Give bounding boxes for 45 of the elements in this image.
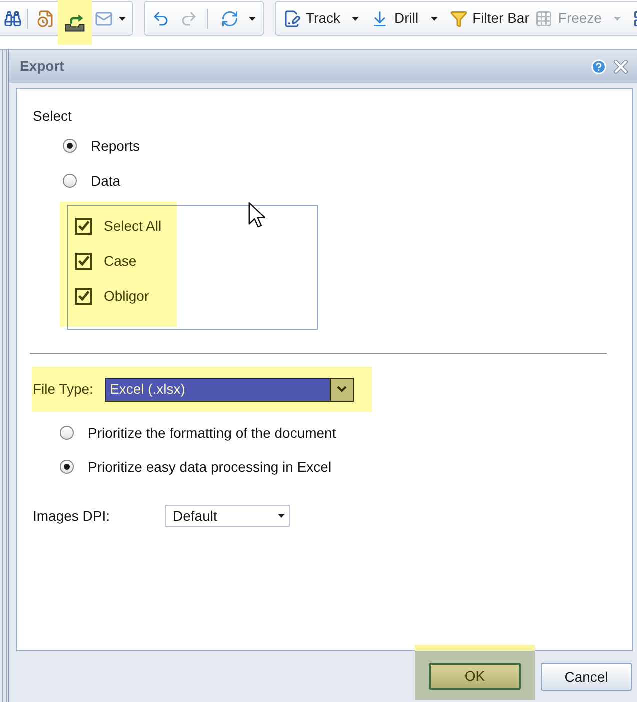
radio-button[interactable] bbox=[63, 174, 77, 188]
redo-icon bbox=[180, 10, 198, 28]
ok-button[interactable]: OK bbox=[429, 663, 521, 690]
toolbar-button[interactable]: Filter Bar bbox=[446, 6, 532, 32]
checkbox[interactable] bbox=[75, 252, 92, 270]
checkbox-label: Obligor bbox=[104, 286, 150, 306]
document-pen-icon bbox=[283, 10, 301, 28]
radio-button[interactable] bbox=[60, 460, 74, 474]
field-label: File Type: bbox=[33, 381, 94, 397]
caret-down-icon[interactable] bbox=[119, 16, 126, 20]
radio-button[interactable] bbox=[60, 426, 74, 440]
option-label: Prioritize the formatting of the document bbox=[88, 424, 336, 443]
toolbar-button[interactable]: Drill bbox=[368, 6, 422, 32]
caret-down-icon[interactable] bbox=[278, 514, 285, 518]
checkbox-label: Case bbox=[104, 252, 137, 270]
dialog-title: Export bbox=[20, 57, 64, 76]
binoculars-icon bbox=[4, 10, 22, 28]
field-label: Images DPI: bbox=[33, 508, 110, 524]
dropdown-button[interactable] bbox=[330, 378, 353, 400]
mouse-pointer-icon bbox=[248, 202, 265, 228]
option-label: Data bbox=[91, 172, 121, 190]
checkbox[interactable] bbox=[75, 218, 92, 234]
section-label: Select bbox=[33, 108, 72, 124]
undo-icon bbox=[152, 10, 170, 28]
refresh-icon bbox=[221, 10, 239, 28]
chevron-down-icon bbox=[337, 386, 347, 393]
dpi-select[interactable]: Default bbox=[165, 505, 290, 527]
checkbox-label: Select All bbox=[104, 216, 162, 236]
caret-down-icon[interactable] bbox=[352, 16, 360, 20]
close-icon[interactable] bbox=[614, 60, 628, 74]
checkbox[interactable] bbox=[75, 288, 92, 304]
envelope-icon bbox=[95, 10, 113, 28]
toolbar-button[interactable] bbox=[58, 0, 92, 45]
grid-icon bbox=[535, 10, 554, 28]
option-label: Prioritize easy data processing in Excel bbox=[88, 458, 332, 477]
caret-down-icon[interactable] bbox=[249, 16, 256, 20]
caret-down-icon[interactable] bbox=[430, 16, 438, 20]
option-label: Reports bbox=[91, 136, 140, 156]
radio-button[interactable] bbox=[63, 139, 77, 153]
cancel-button[interactable]: Cancel bbox=[541, 663, 632, 691]
document-clock-icon bbox=[37, 10, 55, 28]
toolbar-button[interactable]: Track bbox=[280, 6, 344, 32]
file-type-select[interactable]: Excel (.xlsx) bbox=[105, 378, 354, 402]
help-icon[interactable] bbox=[591, 58, 607, 74]
filter-icon bbox=[450, 10, 468, 28]
